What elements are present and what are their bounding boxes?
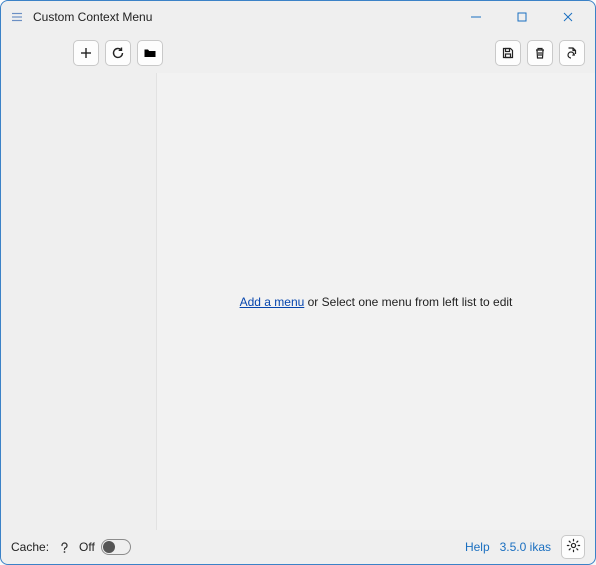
cache-state: Off	[79, 540, 95, 554]
app-window: Custom Context Menu	[0, 0, 596, 565]
toolbar	[1, 33, 595, 73]
version-link[interactable]: 3.5.0 ikas	[500, 540, 551, 554]
refresh-button[interactable]	[105, 40, 131, 66]
rename-button[interactable]	[559, 40, 585, 66]
toggle-knob	[103, 541, 115, 553]
folder-icon	[143, 46, 157, 60]
content-pane: Add a menu or Select one menu from left …	[156, 73, 595, 530]
open-folder-button[interactable]	[137, 40, 163, 66]
gear-icon	[566, 538, 581, 556]
sidebar-list[interactable]	[1, 73, 156, 530]
body-area: Add a menu or Select one menu from left …	[1, 33, 595, 530]
settings-button[interactable]	[561, 535, 585, 559]
trash-icon	[533, 46, 547, 60]
empty-hint: Add a menu or Select one menu from left …	[240, 295, 513, 309]
add-menu-link[interactable]: Add a menu	[240, 295, 305, 309]
toolbar-left	[73, 40, 163, 66]
close-button[interactable]	[545, 3, 591, 31]
add-button[interactable]	[73, 40, 99, 66]
refresh-icon	[111, 46, 125, 60]
titlebar: Custom Context Menu	[1, 1, 595, 33]
status-left: Cache: Off	[11, 538, 459, 556]
window-controls	[453, 3, 591, 31]
question-icon[interactable]	[55, 538, 73, 556]
main-split: Add a menu or Select one menu from left …	[1, 73, 595, 530]
statusbar: Cache: Off Help 3.5.0 ikas	[1, 530, 595, 564]
plus-icon	[79, 46, 93, 60]
status-right: Help 3.5.0 ikas	[465, 535, 585, 559]
toolbar-right	[495, 40, 585, 66]
window-title: Custom Context Menu	[33, 10, 152, 24]
save-icon	[501, 46, 515, 60]
save-button[interactable]	[495, 40, 521, 66]
cache-toggle[interactable]	[101, 539, 131, 555]
maximize-button[interactable]	[499, 3, 545, 31]
cache-label: Cache:	[11, 540, 49, 554]
delete-button[interactable]	[527, 40, 553, 66]
hint-text: or Select one menu from left list to edi…	[304, 295, 512, 309]
file-cycle-icon	[565, 46, 579, 60]
app-menu-icon[interactable]	[9, 9, 25, 25]
titlebar-left: Custom Context Menu	[9, 9, 453, 25]
minimize-button[interactable]	[453, 3, 499, 31]
help-link[interactable]: Help	[465, 540, 490, 554]
